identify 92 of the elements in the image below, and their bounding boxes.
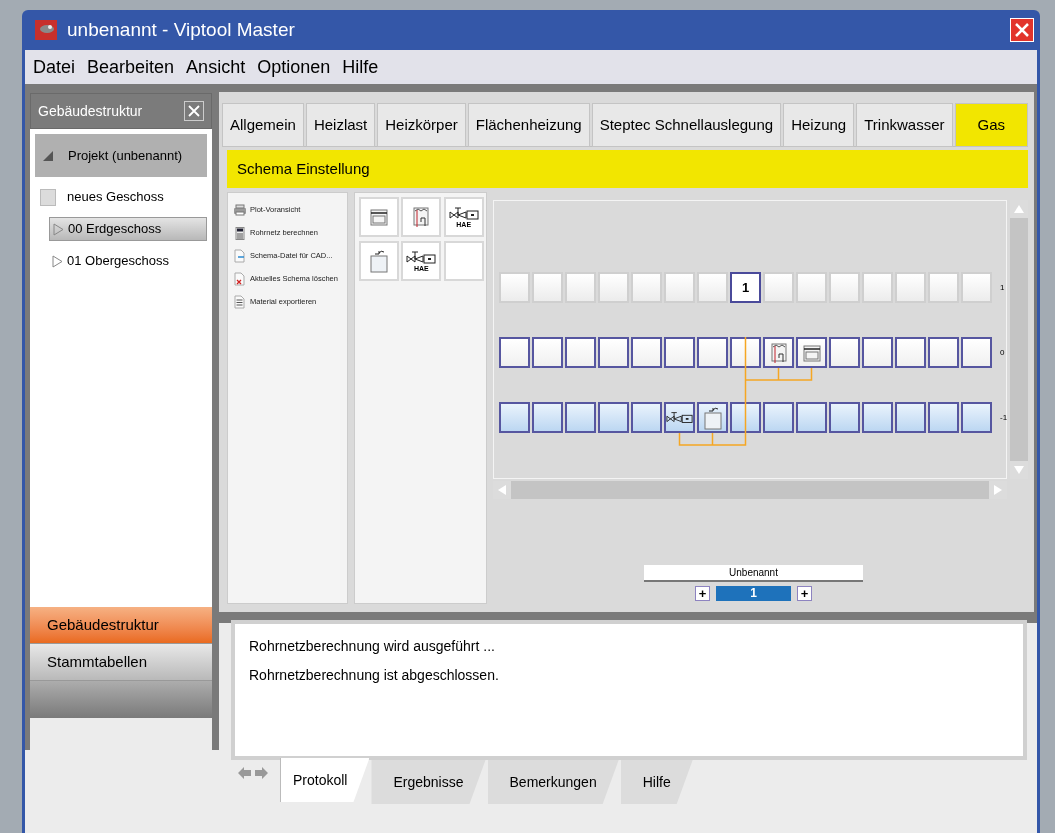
level-cell[interactable]: 1 (730, 272, 761, 303)
schema-cell[interactable] (499, 402, 530, 433)
document-list-icon (234, 295, 246, 309)
new-floor-label[interactable]: neues Geschoss (67, 187, 164, 207)
expand-triangle-icon[interactable] (42, 149, 54, 162)
log-line: Rohrnetzberechnung ist abgeschlossen. (249, 666, 500, 685)
tab[interactable]: Heizlast (305, 103, 376, 147)
expand-triangle-icon[interactable] (53, 222, 64, 236)
schema-cell[interactable] (664, 402, 695, 433)
level-label: 1 (1000, 281, 1005, 294)
schema-cell[interactable] (565, 337, 596, 368)
valve-icon (448, 206, 479, 221)
schema-cell[interactable] (928, 402, 959, 433)
menu-item[interactable]: Optionen (257, 53, 331, 81)
app-logo-icon (35, 20, 57, 40)
close-icon (1014, 22, 1030, 38)
nav-button[interactable]: Stammtabellen (30, 644, 212, 681)
tab[interactable]: Ergebnisse (371, 760, 486, 804)
menu-item[interactable]: Hilfe (342, 53, 379, 81)
schema-cell[interactable] (730, 337, 761, 368)
schema-cell[interactable] (763, 337, 794, 368)
schema-cell[interactable] (598, 402, 629, 433)
level-label: -1 (1000, 411, 1008, 424)
schema-cell[interactable] (895, 337, 926, 368)
valve-icon (666, 410, 693, 425)
menu-item[interactable]: Datei (33, 53, 76, 81)
schema-cell[interactable] (631, 337, 662, 368)
add-button[interactable]: + (797, 586, 812, 601)
printer-icon (233, 204, 247, 216)
symbol-tile[interactable] (359, 197, 400, 237)
symbol-tile[interactable] (401, 197, 442, 237)
tab[interactable]: Bemerkungen (487, 760, 619, 804)
section-header: Schema Einstellung (227, 150, 1028, 188)
level-label: 0 (1000, 346, 1005, 359)
schema-cell[interactable] (763, 402, 794, 433)
schema-cell[interactable] (796, 402, 827, 433)
tab[interactable]: Heizung (783, 103, 855, 147)
symbol-tile[interactable] (443, 241, 484, 281)
tree-item[interactable]: Projekt (unbenannt) (35, 134, 207, 177)
menu-item[interactable]: Bearbeiten (87, 53, 175, 81)
schema-cell[interactable] (664, 337, 695, 368)
stove-icon (801, 342, 822, 363)
schema-name-label: Unbenannt (644, 565, 863, 582)
menu-item[interactable]: Ansicht (186, 53, 246, 81)
schema-cell[interactable] (961, 337, 992, 368)
schema-cell[interactable] (895, 402, 926, 433)
schema-cell[interactable] (697, 337, 728, 368)
schema-cell[interactable] (862, 402, 893, 433)
symbol-tile[interactable] (359, 241, 400, 281)
tab[interactable]: Trinkwasser (856, 103, 953, 147)
tree-item[interactable]: 00 Erdgeschoss (49, 217, 207, 241)
tab[interactable]: Gas (954, 103, 1028, 147)
heater-icon (768, 341, 789, 364)
schema-cell[interactable] (928, 337, 959, 368)
tab[interactable]: Allgemein (222, 103, 304, 147)
tab[interactable]: Protokoll (280, 758, 370, 802)
heater-icon (411, 206, 432, 228)
stove-icon (369, 207, 390, 227)
schema-cell[interactable] (631, 402, 662, 433)
schema-cell[interactable] (961, 402, 992, 433)
nav-button[interactable]: Gebäudestruktur (30, 607, 212, 644)
document-delete-icon (234, 272, 246, 286)
counter-field[interactable]: 1 (716, 586, 791, 601)
valve-icon (406, 250, 437, 265)
close-icon (188, 105, 200, 117)
schema-cell[interactable] (862, 337, 893, 368)
schema-cell[interactable] (730, 402, 761, 433)
schema-cell[interactable] (829, 402, 860, 433)
navigation-arrows-icon[interactable] (237, 766, 269, 780)
calculator-icon (235, 226, 245, 240)
schema-cell[interactable] (565, 402, 596, 433)
schema-cell[interactable] (532, 402, 563, 433)
schema-cell[interactable] (829, 337, 860, 368)
tab[interactable]: Heizkörper (377, 103, 466, 147)
schema-cell[interactable] (796, 337, 827, 368)
tab[interactable]: Flächenheizung (467, 103, 590, 147)
expand-triangle-icon[interactable] (52, 254, 63, 268)
tab[interactable]: Steptec Schnellauslegung (591, 103, 782, 147)
add-button[interactable]: + (695, 586, 710, 601)
log-line: Rohrnetzberechnung wird ausgeführt ... (249, 637, 496, 656)
close-button[interactable] (184, 101, 204, 121)
panel-title: Gebäudestruktur (38, 101, 143, 121)
window-title: unbenannt - Viptool Master (67, 17, 296, 42)
tree-item[interactable]: 01 Obergeschoss (49, 249, 207, 273)
tank-meter-icon (701, 405, 724, 430)
schema-cell[interactable] (697, 402, 728, 433)
schema-cell[interactable] (532, 337, 563, 368)
schema-cell[interactable] (598, 337, 629, 368)
tab[interactable]: Hilfe (620, 760, 693, 804)
schema-cell[interactable] (499, 337, 530, 368)
document-arrow-icon (234, 249, 246, 263)
tank-meter-icon (368, 249, 391, 273)
